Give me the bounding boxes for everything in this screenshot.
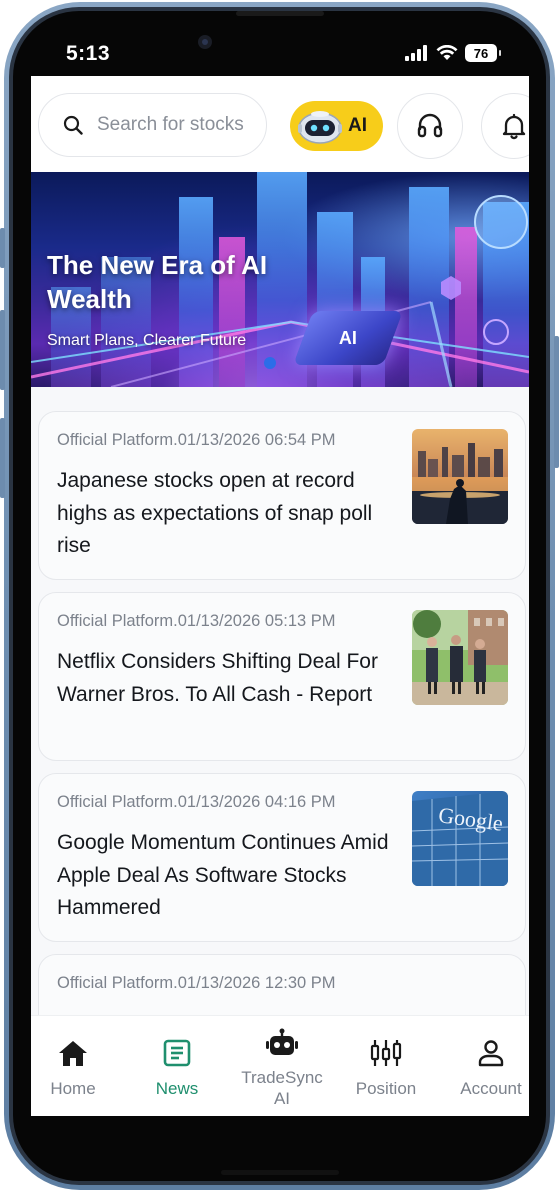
notifications-button[interactable] [481,93,529,159]
status-time: 5:13 [66,42,111,65]
headphones-icon [417,113,443,138]
person-icon [474,1036,508,1070]
news-card[interactable]: Official Platform.01/13/2026 04:16 PM Go… [38,773,526,942]
news-headline: Netflix Considers Shifting Deal For Warn… [57,650,378,706]
news-headline: Japanese stocks open at record highs as … [57,469,373,557]
carousel-indicator[interactable] [264,357,276,369]
home-icon [56,1036,90,1070]
nav-label: Position [355,1079,417,1098]
banner-subtitle: Smart Plans, Clearer Future [47,332,247,349]
status-icons: 76 [405,44,501,62]
nav-tradesync-ai[interactable]: TradeSync AI [232,1016,332,1116]
news-meta: Official Platform.01/13/2026 04:16 PM [57,793,336,811]
mute-switch [0,228,5,268]
volume-down-button [0,418,5,498]
news-thumbnail[interactable]: Google [412,791,508,886]
nav-news[interactable]: News [127,1016,227,1116]
bottom-navigation: Home News TradeSync AI Position Account [31,1015,529,1116]
search-placeholder: Search for stocks [97,114,244,135]
ai-button-label: AI [348,115,367,136]
nav-label: Home [50,1079,96,1098]
news-thumbnail[interactable] [412,429,508,524]
google-building-image: Google [412,791,508,886]
customer-service-button[interactable] [397,93,463,159]
bell-icon [502,113,526,140]
search-icon [63,115,83,135]
ai-robot-icon [298,111,342,144]
earpiece-speaker [236,11,324,16]
nav-label: TradeSync AI [241,1068,323,1108]
nav-label: Account [460,1079,522,1098]
search-input[interactable]: Search for stocks [38,93,267,157]
ai-assistant-button[interactable]: AI [290,101,383,151]
power-button [554,336,559,468]
front-camera [198,35,212,49]
signal-icon [405,45,427,61]
promo-banner[interactable]: AI The New Era of AI Wealth Smart Plans,… [31,172,529,387]
news-headline: Google Momentum Continues Amid Apple Dea… [57,831,389,919]
nav-position[interactable]: Position [336,1016,436,1116]
robot-icon [265,1026,299,1060]
battery-indicator: 76 [465,44,501,62]
news-card[interactable]: Official Platform.01/13/2026 06:54 PM Ja… [38,411,526,580]
news-meta: Official Platform.01/13/2026 12:30 PM [57,974,336,992]
tokyo-skyline-image [412,429,508,524]
candlestick-icon [369,1036,403,1070]
wifi-icon [436,45,458,60]
home-indicator[interactable] [221,1170,339,1175]
news-meta: Official Platform.01/13/2026 05:13 PM [57,612,336,630]
nav-home[interactable]: Home [31,1016,123,1116]
nav-account[interactable]: Account [441,1016,529,1116]
news-card[interactable]: Official Platform.01/13/2026 05:13 PM Ne… [38,592,526,761]
chip-label: AI [339,327,357,348]
banner-title: The New Era of AI Wealth [47,250,268,314]
executives-walking-image [412,610,508,705]
news-thumbnail[interactable] [412,610,508,705]
top-header: Search for stocks AI [31,76,529,172]
news-icon [160,1036,194,1070]
volume-up-button [0,310,5,390]
nav-label: News [155,1079,199,1098]
news-meta: Official Platform.01/13/2026 06:54 PM [57,431,336,449]
app-screen: Search for stocks AI AI The New Era of A… [31,76,529,1116]
